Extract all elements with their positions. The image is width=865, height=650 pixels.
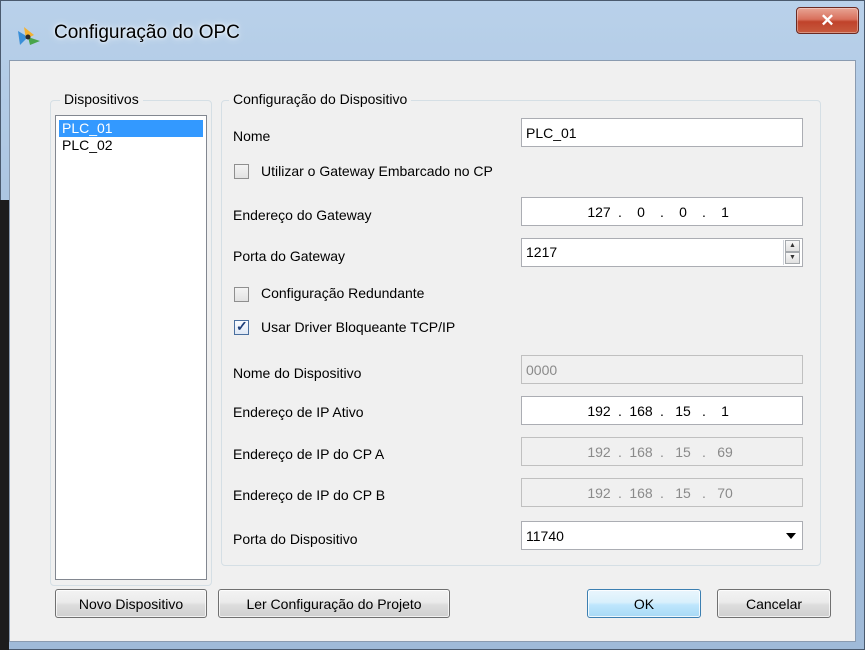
cp-b-octet-4: 70 bbox=[717, 484, 733, 501]
cancel-button[interactable]: Cancelar bbox=[717, 589, 831, 618]
device-port-value: 11740 bbox=[526, 528, 564, 544]
devices-list[interactable]: PLC_01 PLC_02 bbox=[55, 115, 207, 580]
cp-b-octet-1: 192 bbox=[587, 484, 611, 501]
active-ip-octet-4: 1 bbox=[721, 402, 729, 419]
active-ip-octet-1: 192 bbox=[587, 402, 611, 419]
gateway-octet-3: 0 bbox=[679, 203, 687, 220]
cp-a-octet-3: 15 bbox=[675, 443, 691, 460]
cp-a-octet-2: 168 bbox=[629, 443, 653, 460]
window-title: Configuração do OPC bbox=[54, 22, 240, 43]
close-button[interactable]: ✕ bbox=[796, 7, 859, 34]
background-window-edge bbox=[0, 200, 9, 650]
gateway-address-input[interactable]: 127. 0. 0. 1 bbox=[521, 197, 803, 226]
name-input[interactable]: PLC_01 bbox=[521, 118, 803, 147]
blocking-driver-checkbox[interactable]: ✓ bbox=[234, 318, 249, 335]
blocking-driver-label[interactable]: Usar Driver Bloqueante TCP/IP bbox=[261, 319, 455, 335]
embedded-gateway-label[interactable]: Utilizar o Gateway Embarcado no CP bbox=[261, 163, 493, 179]
cp-a-ip-input: 192. 168. 15. 69 bbox=[521, 437, 803, 466]
cp-b-octet-3: 15 bbox=[675, 484, 691, 501]
active-ip-input[interactable]: 192. 168. 15. 1 bbox=[521, 396, 803, 425]
cp-b-octet-2: 168 bbox=[629, 484, 653, 501]
redundant-config-checkbox[interactable] bbox=[234, 287, 249, 302]
device-config-group-label: Configuração do Dispositivo bbox=[229, 91, 412, 107]
gateway-port-value: 1217 bbox=[526, 244, 558, 260]
device-name-input: 0000 bbox=[521, 355, 803, 384]
gateway-octet-4: 1 bbox=[721, 203, 729, 220]
active-ip-octet-2: 168 bbox=[629, 402, 653, 419]
title-bar[interactable]: Configuração do OPC ✕ bbox=[0, 0, 865, 60]
cp-a-octet-4: 69 bbox=[717, 443, 733, 460]
ok-button[interactable]: OK bbox=[587, 589, 701, 618]
gateway-port-stepper[interactable]: 1217 ▲ ▼ bbox=[521, 238, 803, 267]
device-port-label: Porta do Dispositivo bbox=[233, 531, 358, 547]
list-item-plc-01[interactable]: PLC_01 bbox=[59, 120, 203, 137]
device-port-dropdown[interactable]: 11740 bbox=[521, 521, 803, 550]
chevron-down-icon[interactable] bbox=[786, 533, 796, 539]
gateway-port-label: Porta do Gateway bbox=[233, 248, 346, 264]
cp-a-octet-1: 192 bbox=[587, 443, 611, 460]
close-icon: ✕ bbox=[820, 10, 835, 30]
spinner-arrows-icon[interactable]: ▲ ▼ bbox=[783, 240, 800, 265]
gateway-address-label: Endereço do Gateway bbox=[233, 207, 372, 223]
checkmark-icon: ✓ bbox=[236, 318, 248, 334]
active-ip-label: Endereço de IP Ativo bbox=[233, 404, 364, 420]
devices-group-label: Dispositivos bbox=[60, 91, 143, 107]
device-name-label: Nome do Dispositivo bbox=[233, 365, 362, 381]
spin-down-button[interactable]: ▼ bbox=[785, 252, 800, 264]
cp-b-ip-label: Endereço de IP do CP B bbox=[233, 487, 386, 503]
name-label: Nome bbox=[233, 128, 271, 144]
spin-up-button[interactable]: ▲ bbox=[785, 240, 800, 252]
active-ip-octet-3: 15 bbox=[675, 402, 691, 419]
cp-b-ip-input: 192. 168. 15. 70 bbox=[521, 478, 803, 507]
cp-a-ip-label: Endereço de IP do CP A bbox=[233, 446, 385, 462]
embedded-gateway-checkbox[interactable] bbox=[234, 164, 249, 179]
redundant-config-label[interactable]: Configuração Redundante bbox=[261, 285, 424, 301]
list-item-plc-02[interactable]: PLC_02 bbox=[59, 137, 203, 154]
gateway-octet-2: 0 bbox=[637, 203, 645, 220]
new-device-button[interactable]: Novo Dispositivo bbox=[55, 589, 207, 618]
gateway-octet-1: 127 bbox=[587, 203, 611, 220]
read-project-config-button[interactable]: Ler Configuração do Projeto bbox=[218, 589, 450, 618]
opc-app-icon bbox=[18, 27, 40, 45]
